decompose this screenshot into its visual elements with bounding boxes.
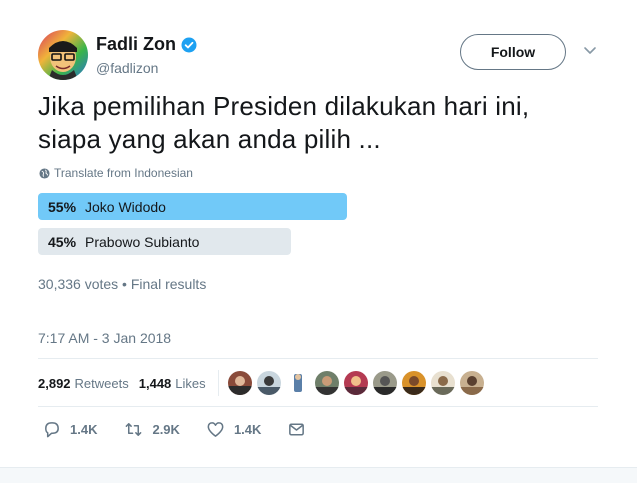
tweet-timestamp[interactable]: 7:17 AM - 3 Jan 2018 bbox=[38, 330, 171, 346]
author-handle[interactable]: @fadlizon bbox=[96, 60, 197, 76]
poll-option-percent: 55% bbox=[48, 198, 77, 215]
like-count: 1.4K bbox=[233, 422, 262, 437]
liker-avatar[interactable] bbox=[314, 371, 339, 395]
liker-avatars bbox=[227, 371, 489, 395]
retweet-count: 2.9K bbox=[152, 422, 180, 437]
retweets-count: 2,892 bbox=[38, 375, 71, 391]
likes-stat[interactable]: 1,448 Likes bbox=[139, 376, 206, 391]
poll-option-winner: 55% Joko Widodo bbox=[38, 193, 347, 220]
tweet-actions: 1.4K 2.9K 1.4K bbox=[42, 420, 341, 439]
liker-avatar[interactable] bbox=[459, 371, 484, 395]
tweet-text: Jika pemilihan Presiden dilakukan hari i… bbox=[38, 90, 608, 156]
author-name[interactable]: Fadli Zon bbox=[96, 34, 176, 55]
liker-avatar[interactable] bbox=[227, 371, 252, 395]
tweet-header: Fadli Zon @fadlizon Follow bbox=[38, 30, 608, 82]
poll-option-label: Joko Widodo bbox=[85, 198, 166, 215]
translate-label[interactable]: Translate from Indonesian bbox=[54, 166, 193, 180]
retweet-button[interactable]: 2.9K bbox=[124, 420, 180, 439]
bottom-bar bbox=[0, 467, 637, 483]
reply-count: 1.4K bbox=[70, 422, 98, 437]
chevron-down-icon[interactable] bbox=[583, 46, 597, 56]
retweet-icon bbox=[126, 423, 142, 436]
tweet-text-line-1: Jika pemilihan Presiden dilakukan hari i… bbox=[38, 91, 530, 121]
author-info: Fadli Zon @fadlizon bbox=[96, 34, 197, 76]
globe-icon bbox=[39, 167, 50, 179]
stats-divider bbox=[217, 370, 219, 396]
liker-avatar[interactable] bbox=[256, 371, 281, 395]
poll-summary: 30,336 votes • Final results bbox=[38, 276, 207, 292]
likes-label: Likes bbox=[175, 375, 206, 391]
likes-count: 1,448 bbox=[138, 375, 172, 391]
liker-avatar[interactable] bbox=[430, 371, 455, 395]
avatar[interactable] bbox=[38, 30, 88, 80]
liker-avatar[interactable] bbox=[401, 371, 426, 395]
liker-avatar[interactable] bbox=[285, 371, 310, 395]
envelope-icon bbox=[289, 423, 305, 436]
liker-avatar[interactable] bbox=[372, 371, 397, 395]
direct-message-button[interactable] bbox=[287, 420, 315, 439]
retweets-label: Retweets bbox=[74, 375, 129, 391]
follow-button[interactable]: Follow bbox=[460, 34, 566, 70]
reply-icon bbox=[45, 422, 59, 438]
heart-icon bbox=[207, 422, 224, 437]
poll-option-label: Prabowo Subianto bbox=[85, 233, 200, 250]
poll-option: 45% Prabowo Subianto bbox=[38, 228, 291, 255]
like-button[interactable]: 1.4K bbox=[206, 420, 261, 439]
retweets-stat[interactable]: 2,892 Retweets bbox=[38, 376, 129, 391]
verified-badge-icon bbox=[181, 37, 197, 52]
tweet-stats: 2,892 Retweets 1,448 Likes bbox=[38, 368, 489, 398]
divider bbox=[38, 406, 598, 407]
tweet-text-line-2: siapa yang akan anda pilih ... bbox=[38, 124, 381, 154]
reply-button[interactable]: 1.4K bbox=[42, 420, 97, 439]
divider bbox=[38, 358, 598, 359]
translate-link[interactable]: Translate from Indonesian bbox=[39, 166, 193, 180]
poll-option-percent: 45% bbox=[48, 233, 77, 250]
liker-avatar[interactable] bbox=[343, 371, 368, 395]
